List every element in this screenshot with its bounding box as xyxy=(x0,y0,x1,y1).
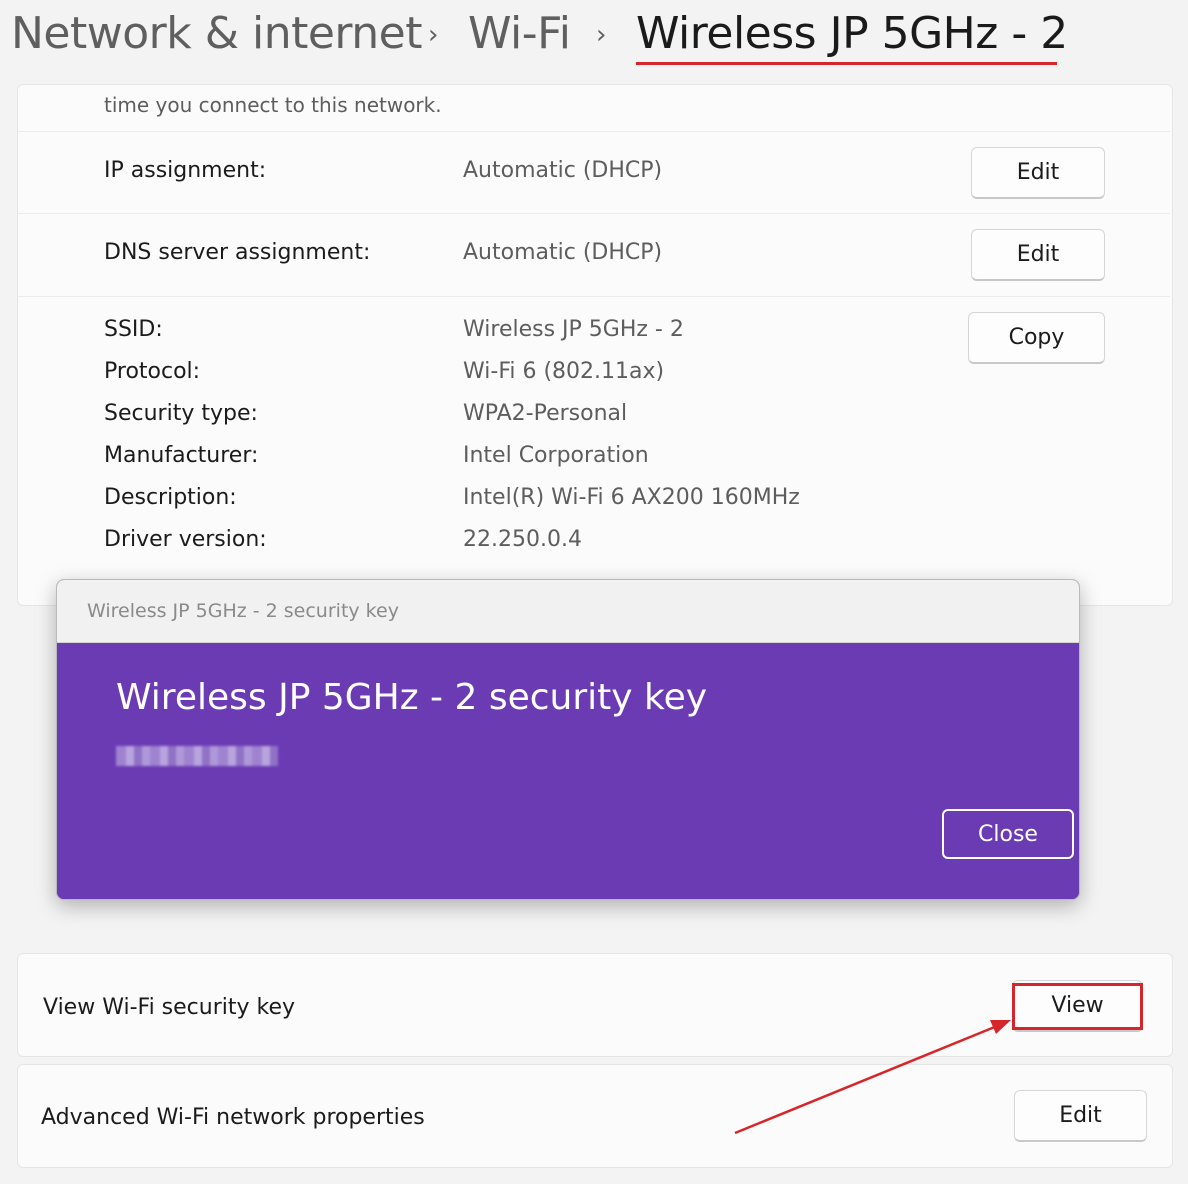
annotation-arrow-icon xyxy=(734,1020,1011,1135)
